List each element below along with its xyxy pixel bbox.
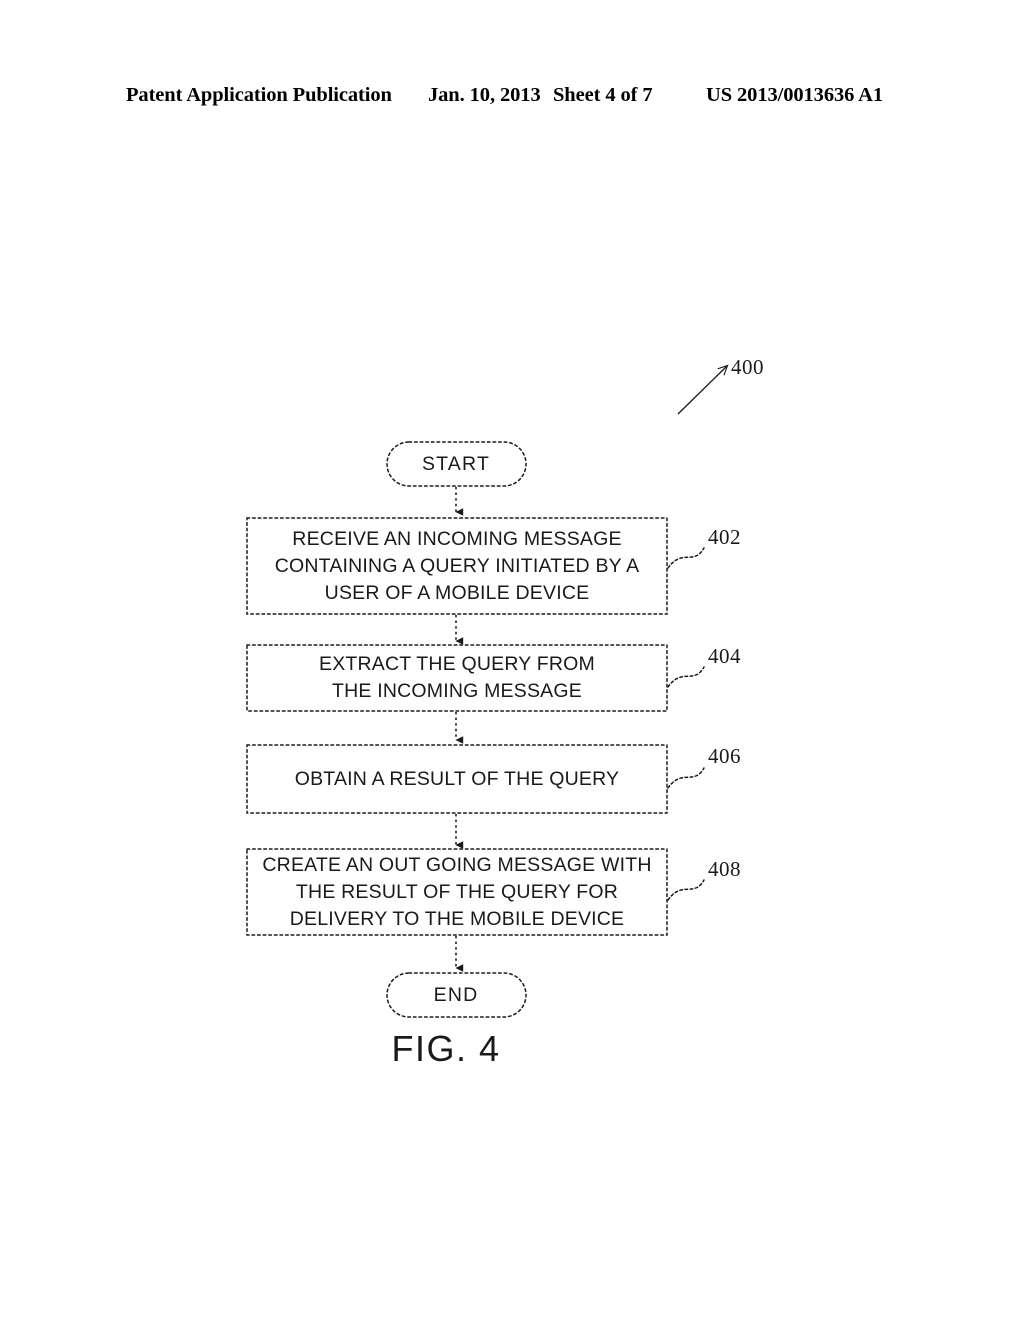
figure-ref-leader xyxy=(677,366,727,415)
node-404-shape xyxy=(246,644,668,712)
ref-leader-408 xyxy=(667,879,705,901)
ref-leader-404 xyxy=(667,666,705,688)
node-408-shape xyxy=(246,848,668,936)
node-start-shape xyxy=(386,441,527,487)
figure-caption: FIG. 4 xyxy=(391,1028,501,1069)
ref-leader-402 xyxy=(667,547,705,569)
ref-leader-406 xyxy=(667,767,705,789)
node-406-shape xyxy=(246,744,668,814)
flowchart-graphics xyxy=(246,0,1024,1018)
node-402-shape xyxy=(246,517,668,615)
node-end-shape xyxy=(386,972,527,1018)
figure-400: START RECEIVE AN INCOMING MESSAGE CONTAI… xyxy=(0,0,1024,1320)
